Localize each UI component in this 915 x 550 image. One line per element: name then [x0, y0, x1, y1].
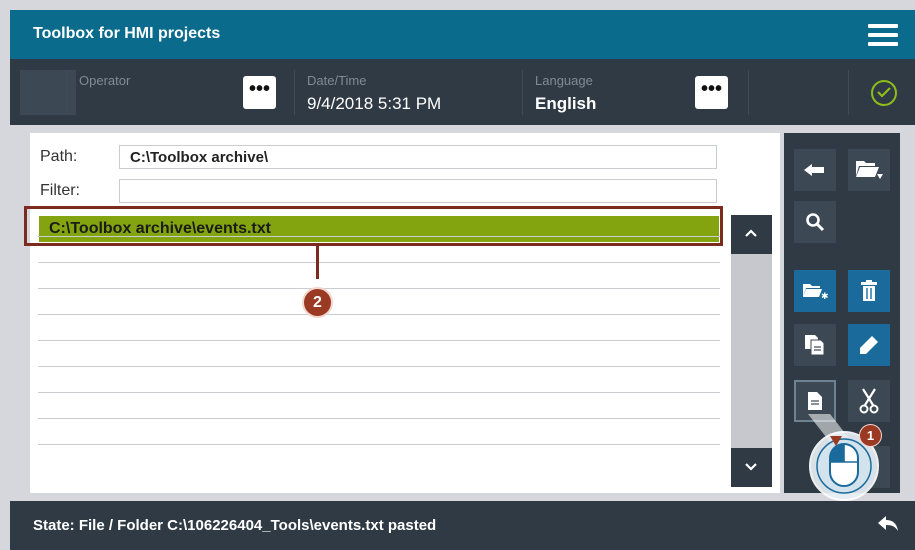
list-item[interactable]: [38, 262, 720, 288]
folder-download-button[interactable]: [848, 149, 890, 191]
filter-label: Filter:: [40, 182, 80, 199]
list-item[interactable]: [38, 314, 720, 340]
reply-arrow-icon[interactable]: [877, 515, 899, 533]
info-bar: Operator ••• Date/Time 9/4/2018 5:31 PM …: [10, 59, 915, 125]
language-more-button[interactable]: •••: [695, 76, 728, 109]
info-bar-spacer: [748, 70, 845, 115]
path-input[interactable]: C:\Toolbox archive\: [119, 145, 717, 169]
chevron-up-icon: [745, 229, 757, 237]
back-arrow-icon: [804, 164, 824, 176]
datetime-value: 9/4/2018 5:31 PM: [307, 94, 442, 113]
language-label: Language: [535, 73, 593, 88]
new-folder-icon: ✱: [803, 284, 828, 301]
search-button[interactable]: [794, 201, 836, 243]
list-item[interactable]: [38, 288, 720, 314]
selection-highlight-frame: [24, 206, 723, 246]
app-window: Toolbox for HMI projects Operator ••• Da…: [0, 0, 915, 550]
list-item[interactable]: [38, 392, 720, 418]
scroll-down-button[interactable]: [731, 448, 772, 487]
list-item[interactable]: [38, 444, 720, 470]
rename-pencil-icon: [860, 336, 878, 354]
list-scrollbar[interactable]: [731, 215, 772, 487]
path-label: Path:: [40, 148, 78, 165]
trash-icon: [861, 280, 877, 301]
app-title: Toolbox for HMI projects: [33, 25, 221, 42]
scroll-up-button[interactable]: [731, 215, 772, 254]
operator-label: Operator: [79, 73, 131, 88]
search-icon: [806, 213, 825, 232]
operator-field: Operator •••: [66, 70, 285, 115]
folder-download-icon: [856, 161, 883, 179]
chevron-down-icon: [745, 463, 757, 471]
delete-button[interactable]: [848, 270, 890, 312]
cut-scissors-icon: [859, 388, 879, 414]
copy-button[interactable]: [794, 324, 836, 366]
file-browser: Path: C:\Toolbox archive\ Filter: C:\Too…: [24, 133, 780, 493]
list-item[interactable]: [38, 418, 720, 444]
callout-1-badge: 1: [859, 424, 882, 447]
datetime-field: Date/Time 9/4/2018 5:31 PM: [294, 70, 521, 115]
callout-2-badge: 2: [302, 287, 333, 318]
callout-2-line: [316, 246, 319, 279]
status-bar: State: File / Folder C:\106226404_Tools\…: [10, 501, 915, 550]
filter-input[interactable]: [119, 179, 717, 203]
datetime-label: Date/Time: [307, 73, 367, 88]
copy-icon: [805, 335, 825, 356]
file-list: [38, 236, 720, 470]
paste-icon: [808, 392, 822, 410]
svg-text:✱: ✱: [821, 292, 828, 301]
language-field: Language English •••: [522, 70, 749, 115]
status-text: State: File / Folder C:\106226404_Tools\…: [33, 517, 437, 534]
back-button[interactable]: [794, 149, 836, 191]
ok-button[interactable]: [848, 70, 915, 115]
list-item[interactable]: [38, 366, 720, 392]
check-circle-icon: [871, 80, 897, 106]
list-item[interactable]: [38, 340, 720, 366]
operator-more-button[interactable]: •••: [243, 76, 276, 109]
hamburger-menu-icon[interactable]: [868, 24, 898, 46]
language-value: English: [535, 94, 597, 113]
mouse-pointer-icon: [808, 414, 879, 501]
title-bar: Toolbox for HMI projects: [10, 10, 915, 59]
rename-button[interactable]: [848, 324, 890, 366]
new-folder-button[interactable]: ✱: [794, 270, 836, 312]
